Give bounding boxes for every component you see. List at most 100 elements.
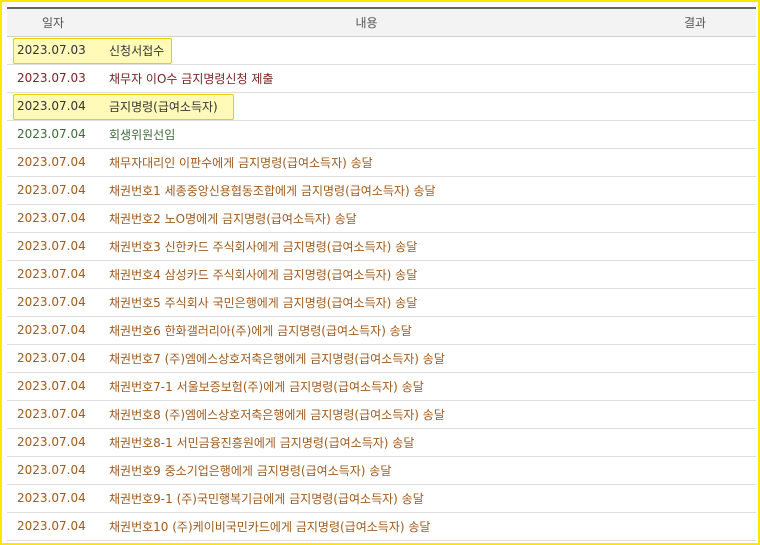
table-row: 2023.07.04 채권번호9 중소기업은행에게 금지명령(급여소득자) 송달: [7, 456, 756, 485]
row-result-cell: [634, 316, 756, 345]
row-content: 신청서접수: [109, 43, 165, 58]
table-row: 2023.07.04 채권번호5 주식회사 국민은행에게 금지명령(급여소득자) …: [7, 288, 756, 317]
row-content-cell: 채권번호4 삼성카드 주식회사에게 금지명령(급여소득자) 송달: [99, 260, 634, 289]
table-row: 2023.07.04 채권번호8 (주)엠에스상호저축은행에게 금지명령(급여소득…: [7, 400, 756, 429]
row-date-cell: 2023.07.04: [7, 372, 99, 401]
row-date: 2023.07.04: [17, 491, 86, 505]
row-date: 2023.07.04: [17, 183, 86, 197]
table-row: 2023.07.04 채권번호10 (주)케이비국민카드에게 금지명령(급여소득자…: [7, 512, 756, 541]
row-content-cell: 채권번호7 (주)엠에스상호저축은행에게 금지명령(급여소득자) 송달: [99, 344, 634, 373]
row-result-cell: [634, 148, 756, 177]
row-result-cell: [634, 64, 756, 93]
row-date-cell: 2023.07.04: [7, 120, 99, 149]
header-date: 일자: [7, 7, 99, 37]
row-result-cell: [634, 260, 756, 289]
row-content: 채권번호4 삼성카드 주식회사에게 금지명령(급여소득자) 송달: [109, 267, 418, 282]
header-content: 내용: [99, 7, 634, 37]
row-result-cell: [634, 400, 756, 429]
header-result: 결과: [634, 7, 756, 37]
row-date: 2023.07.04: [17, 155, 86, 169]
row-content-cell: 채권번호1 세종중앙신용협동조합에게 금지명령(급여소득자) 송달: [99, 176, 634, 205]
row-date-cell: 2023.07.04: [7, 260, 99, 289]
row-date: 2023.07.04: [17, 379, 86, 393]
row-date-cell: 2023.07.04: [7, 400, 99, 429]
row-date-cell: 2023.07.04: [7, 428, 99, 457]
row-content: 채무자대리인 이판수에게 금지명령(급여소득자) 송달: [109, 155, 373, 170]
row-date-cell: 2023.07.04: [7, 288, 99, 317]
row-result-cell: [634, 36, 756, 65]
row-content-cell: 신청서접수: [99, 36, 634, 65]
row-date-cell: 2023.07.04: [7, 344, 99, 373]
row-result-cell: [634, 372, 756, 401]
row-date-cell: 2023.07.04: [7, 484, 99, 513]
table-row: 2023.07.03 채무자 이O수 금지명령신청 제출: [7, 64, 756, 93]
table-row: 2023.07.04 채권번호7-1 서울보증보험(주)에게 금지명령(급여소득자…: [7, 372, 756, 401]
row-content-cell: 채권번호8 (주)엠에스상호저축은행에게 금지명령(급여소득자) 송달: [99, 400, 634, 429]
row-date-cell: 2023.07.04: [7, 456, 99, 485]
row-date-cell: 2023.07.04: [7, 92, 234, 121]
row-result-cell: [634, 484, 756, 513]
row-date-cell: 2023.07.04: [7, 176, 99, 205]
row-content: 채권번호7 (주)엠에스상호저축은행에게 금지명령(급여소득자) 송달: [109, 351, 445, 366]
row-content: 채권번호1 세종중앙신용협동조합에게 금지명령(급여소득자) 송달: [109, 183, 436, 198]
row-content: 채권번호8-1 서민금융진흥원에게 금지명령(급여소득자) 송달: [109, 435, 415, 450]
row-result-cell: [634, 176, 756, 205]
row-date: 2023.07.03: [17, 43, 86, 57]
row-date: 2023.07.04: [17, 295, 86, 309]
row-date: 2023.07.04: [17, 99, 86, 113]
row-content-cell: 채권번호7-1 서울보증보험(주)에게 금지명령(급여소득자) 송달: [99, 372, 634, 401]
row-content-cell: 채권번호5 주식회사 국민은행에게 금지명령(급여소득자) 송달: [99, 288, 634, 317]
table-row: 2023.07.04 채권번호7 (주)엠에스상호저축은행에게 금지명령(급여소득…: [7, 344, 756, 373]
row-date: 2023.07.04: [17, 407, 86, 421]
row-date-cell: 2023.07.04: [7, 204, 99, 233]
row-result-cell: [634, 232, 756, 261]
row-date: 2023.07.04: [17, 351, 86, 365]
row-date-cell: 2023.07.04: [7, 232, 99, 261]
row-content: 채권번호5 주식회사 국민은행에게 금지명령(급여소득자) 송달: [109, 295, 418, 310]
row-result-cell: [634, 92, 756, 121]
row-date: 2023.07.04: [17, 127, 86, 141]
row-content: 채권번호10 (주)케이비국민카드에게 금지명령(급여소득자) 송달: [109, 519, 431, 534]
row-content-cell: 채권번호9-1 (주)국민행복기금에게 금지명령(급여소득자) 송달: [99, 484, 634, 513]
table-row: 2023.07.04 채권번호4 삼성카드 주식회사에게 금지명령(급여소득자) …: [7, 260, 756, 289]
case-history-table: 일자 내용 결과 2023.07.03 신청서접수 2023.07.03 채무자 이O…: [7, 7, 756, 541]
table-row: 2023.07.04 채권번호6 한화갤러리아(주)에게 금지명령(급여소득자) …: [7, 316, 756, 345]
row-result-cell: [634, 512, 756, 541]
row-content: 채권번호9 중소기업은행에게 금지명령(급여소득자) 송달: [109, 463, 392, 478]
row-result-cell: [634, 456, 756, 485]
table-row: 2023.07.04 회생위원선임: [7, 120, 756, 149]
row-date-cell: 2023.07.04: [7, 512, 99, 541]
table-row: 2023.07.03 신청서접수: [7, 36, 756, 65]
row-date-cell: 2023.07.03: [7, 64, 99, 93]
row-date: 2023.07.04: [17, 267, 86, 281]
row-content-cell: 채권번호3 신한카드 주식회사에게 금지명령(급여소득자) 송달: [99, 232, 634, 261]
table-row: 2023.07.04 채권번호8-1 서민금융진흥원에게 금지명령(급여소득자) …: [7, 428, 756, 457]
row-date: 2023.07.04: [17, 211, 86, 225]
row-result-cell: [634, 428, 756, 457]
row-content-cell: 금지명령(급여소득자): [99, 92, 634, 121]
row-date: 2023.07.04: [17, 463, 86, 477]
row-date: 2023.07.04: [17, 239, 86, 253]
row-result-cell: [634, 288, 756, 317]
table-header-row: 일자 내용 결과: [7, 7, 756, 37]
row-date: 2023.07.04: [17, 435, 86, 449]
table-row: 2023.07.04 채권번호2 노O명에게 금지명령(급여소득자) 송달: [7, 204, 756, 233]
row-content: 회생위원선임: [109, 127, 176, 142]
row-date-cell: 2023.07.04: [7, 148, 99, 177]
table-row: 2023.07.04 금지명령(급여소득자): [7, 92, 756, 121]
row-content-cell: 채무자 이O수 금지명령신청 제출: [99, 64, 634, 93]
row-content-cell: 채권번호8-1 서민금융진흥원에게 금지명령(급여소득자) 송달: [99, 428, 634, 457]
table-row: 2023.07.04 채권번호1 세종중앙신용협동조합에게 금지명령(급여소득자)…: [7, 176, 756, 205]
row-result-cell: [634, 344, 756, 373]
row-date: 2023.07.03: [17, 71, 86, 85]
row-content: 채권번호2 노O명에게 금지명령(급여소득자) 송달: [109, 211, 357, 226]
table-row: 2023.07.04 채권번호3 신한카드 주식회사에게 금지명령(급여소득자) …: [7, 232, 756, 261]
row-content: 채권번호9-1 (주)국민행복기금에게 금지명령(급여소득자) 송달: [109, 491, 424, 506]
row-content-cell: 채권번호10 (주)케이비국민카드에게 금지명령(급여소득자) 송달: [99, 512, 634, 541]
row-content-cell: 채권번호6 한화갤러리아(주)에게 금지명령(급여소득자) 송달: [99, 316, 634, 345]
row-date: 2023.07.04: [17, 323, 86, 337]
row-content: 채권번호7-1 서울보증보험(주)에게 금지명령(급여소득자) 송달: [109, 379, 424, 394]
row-result-cell: [634, 204, 756, 233]
row-date-cell: 2023.07.04: [7, 316, 99, 345]
row-date-cell: 2023.07.03: [7, 36, 172, 65]
